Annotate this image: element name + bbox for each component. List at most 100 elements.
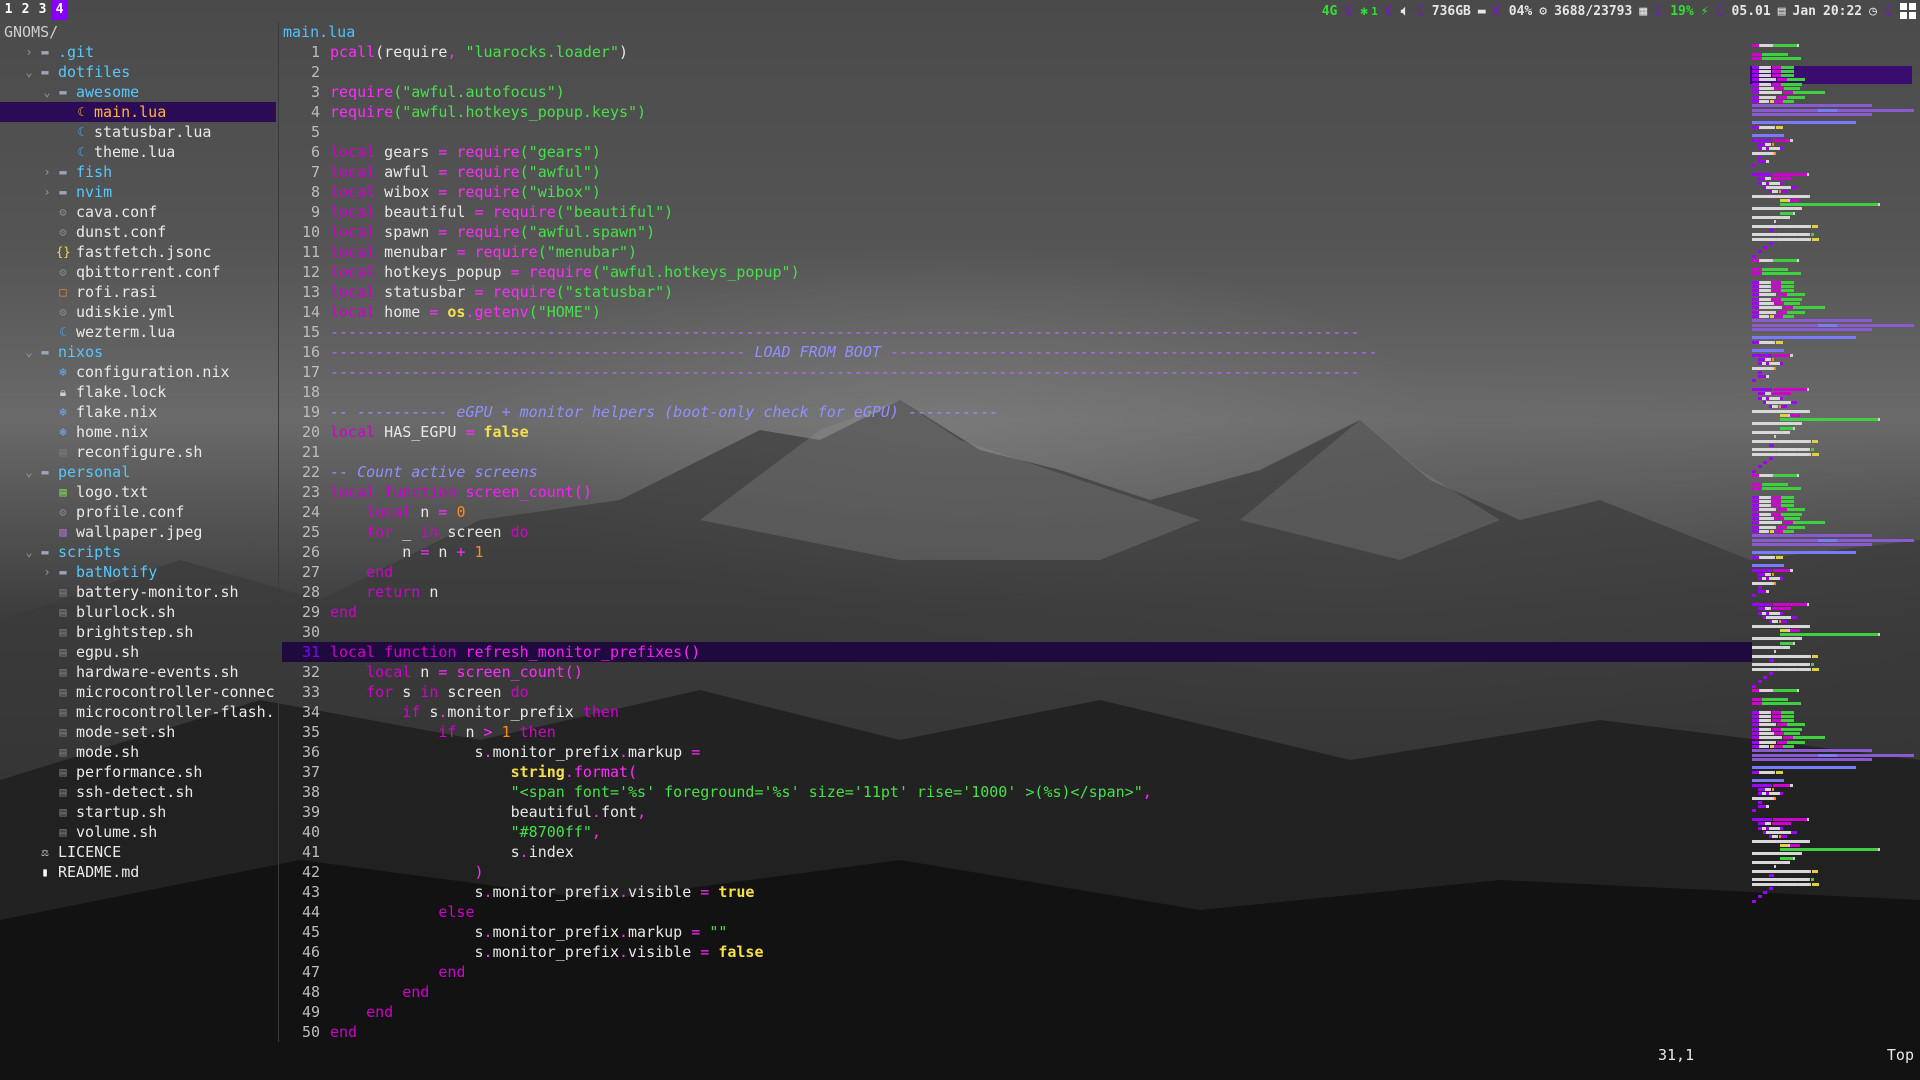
code-line[interactable]: 20 local HAS_EGPU = false	[282, 422, 1752, 442]
code-line[interactable]: 49 end	[282, 1002, 1752, 1022]
code-line[interactable]: 43 s.monitor_prefix.visible = true	[282, 882, 1752, 902]
tree-file[interactable]: ▤ hardware-events.sh	[0, 662, 276, 682]
chevron-down-icon[interactable]: ⌄	[40, 82, 54, 102]
chevron-down-icon[interactable]: ⌄	[22, 542, 36, 562]
tree-file[interactable]: ❄ flake.nix	[0, 402, 276, 422]
tree-folder[interactable]: ⌄ ▬ scripts	[0, 542, 276, 562]
chevron-right-icon[interactable]: ›	[40, 562, 54, 582]
code-editor[interactable]: main.lua 1 pcall(require, "luarocks.loade…	[282, 22, 1752, 1062]
tree-file[interactable]: ▤ startup.sh	[0, 802, 276, 822]
workspace-1[interactable]: 1	[0, 0, 17, 20]
editor-filename[interactable]: main.lua	[282, 22, 1752, 42]
bluetooth-icon[interactable]: ✱	[1360, 4, 1368, 19]
code-line[interactable]: 14 local home = os.getenv("HOME")	[282, 302, 1752, 322]
code-line[interactable]: 25 for _ in screen do	[282, 522, 1752, 542]
code-line[interactable]: 46 s.monitor_prefix.visible = false	[282, 942, 1752, 962]
tree-file[interactable]: ▤ mode-set.sh	[0, 722, 276, 742]
tree-file[interactable]: ▤ microcontroller-connec	[0, 682, 276, 702]
chevron-down-icon[interactable]: ⌄	[22, 62, 36, 82]
code-line[interactable]: 19 -- ---------- eGPU + monitor helpers (…	[282, 402, 1752, 422]
code-line[interactable]: 2	[282, 62, 1752, 82]
code-line[interactable]: 26 n = n + 1	[282, 542, 1752, 562]
code-line[interactable]: 41 s.index	[282, 842, 1752, 862]
tree-file[interactable]: ▤ brightstep.sh	[0, 622, 276, 642]
tree-file[interactable]: ☾ statusbar.lua	[0, 122, 276, 142]
tree-file[interactable]: ▤ logo.txt	[0, 482, 276, 502]
code-line[interactable]: 7 local awful = require("awful")	[282, 162, 1752, 182]
tree-file[interactable]: ▤ reconfigure.sh	[0, 442, 276, 462]
layout-grid-icon[interactable]	[1900, 3, 1916, 19]
chevron-down-icon[interactable]: ⌄	[22, 462, 36, 482]
code-line[interactable]: 1 pcall(require, "luarocks.loader")	[282, 42, 1752, 62]
tree-file[interactable]: ▧ wallpaper.jpeg	[0, 522, 276, 542]
code-line[interactable]: 22 -- Count active screens	[282, 462, 1752, 482]
code-line[interactable]: 42 )	[282, 862, 1752, 882]
tree-file[interactable]: ❄ configuration.nix	[0, 362, 276, 382]
code-line[interactable]: 35 if n > 1 then	[282, 722, 1752, 742]
code-line[interactable]: 31 local function refresh_monitor_prefixe…	[282, 642, 1752, 662]
minimap[interactable]	[1750, 44, 1915, 1004]
code-line[interactable]: 8 local wibox = require("wibox")	[282, 182, 1752, 202]
tree-folder[interactable]: › ▬ nvim	[0, 182, 276, 202]
tree-folder[interactable]: › ▬ batNotify	[0, 562, 276, 582]
code-line[interactable]: 38 "<span font='%s' foreground='%s' size…	[282, 782, 1752, 802]
tree-file[interactable]: 🔒︎ flake.lock	[0, 382, 276, 402]
code-line[interactable]: 15 --------------------------------------…	[282, 322, 1752, 342]
code-line[interactable]: 29 end	[282, 602, 1752, 622]
code-line[interactable]: 23 local function screen_count()	[282, 482, 1752, 502]
chevron-right-icon[interactable]: ›	[22, 42, 36, 62]
code-line[interactable]: 33 for s in screen do	[282, 682, 1752, 702]
tree-file[interactable]: ▤ ssh-detect.sh	[0, 782, 276, 802]
tree-root[interactable]: GNOMS/	[0, 22, 276, 42]
code-line[interactable]: 39 beautiful.font,	[282, 802, 1752, 822]
code-line[interactable]: 18	[282, 382, 1752, 402]
tree-file[interactable]: ☾ main.lua	[0, 102, 276, 122]
code-line[interactable]: 30	[282, 622, 1752, 642]
code-line[interactable]: 32 local n = screen_count()	[282, 662, 1752, 682]
code-area[interactable]: 1 pcall(require, "luarocks.loader") 2 3 requ…	[282, 42, 1752, 1042]
workspace-4[interactable]: 4	[51, 0, 68, 20]
tree-folder[interactable]: › ▬ fish	[0, 162, 276, 182]
tree-folder[interactable]: ⌄ ▬ personal	[0, 462, 276, 482]
code-line[interactable]: 4 require("awful.hotkeys_popup.keys")	[282, 102, 1752, 122]
tree-file[interactable]: □ rofi.rasi	[0, 282, 276, 302]
code-line[interactable]: 3 require("awful.autofocus")	[282, 82, 1752, 102]
tree-file[interactable]: ▤ blurlock.sh	[0, 602, 276, 622]
code-line[interactable]: 24 local n = 0	[282, 502, 1752, 522]
code-line[interactable]: 37 string.format(	[282, 762, 1752, 782]
chevron-right-icon[interactable]: ›	[40, 162, 54, 182]
tree-file[interactable]: ▤ performance.sh	[0, 762, 276, 782]
tree-file[interactable]: ▤ microcontroller-flash.	[0, 702, 276, 722]
code-line[interactable]: 27 end	[282, 562, 1752, 582]
chevron-right-icon[interactable]: ›	[40, 182, 54, 202]
volume-icon[interactable]: 🔈︎	[1401, 4, 1409, 19]
tree-file[interactable]: ☾ wezterm.lua	[0, 322, 276, 342]
code-line[interactable]: 16 --------------------------------------…	[282, 342, 1752, 362]
workspace-3[interactable]: 3	[34, 0, 51, 20]
workspace-2[interactable]: 2	[17, 0, 34, 20]
code-line[interactable]: 11 local menubar = require("menubar")	[282, 242, 1752, 262]
tree-file[interactable]: {} fastfetch.jsonc	[0, 242, 276, 262]
code-line[interactable]: 5	[282, 122, 1752, 142]
code-line[interactable]: 21	[282, 442, 1752, 462]
tree-file[interactable]: ⚙ udiskie.yml	[0, 302, 276, 322]
tree-file[interactable]: ❄ home.nix	[0, 422, 276, 442]
tree-file[interactable]: ⚙ qbittorrent.conf	[0, 262, 276, 282]
code-line[interactable]: 6 local gears = require("gears")	[282, 142, 1752, 162]
code-line[interactable]: 36 s.monitor_prefix.markup =	[282, 742, 1752, 762]
code-line[interactable]: 17 --------------------------------------…	[282, 362, 1752, 382]
tree-file[interactable]: ▤ volume.sh	[0, 822, 276, 842]
chevron-down-icon[interactable]: ⌄	[22, 342, 36, 362]
code-line[interactable]: 12 local hotkeys_popup = require("awful.h…	[282, 262, 1752, 282]
tree-file[interactable]: ⚙ profile.conf	[0, 502, 276, 522]
tree-file[interactable]: ▤ egpu.sh	[0, 642, 276, 662]
code-line[interactable]: 9 local beautiful = require("beautiful")	[282, 202, 1752, 222]
tree-file[interactable]: ⚙ dunst.conf	[0, 222, 276, 242]
code-line[interactable]: 10 local spawn = require("awful.spawn")	[282, 222, 1752, 242]
code-line[interactable]: 47 end	[282, 962, 1752, 982]
tree-file[interactable]: ▮ README.md	[0, 862, 276, 882]
code-line[interactable]: 40 "#8700ff",	[282, 822, 1752, 842]
tree-folder[interactable]: ⌄ ▬ dotfiles	[0, 62, 276, 82]
code-line[interactable]: 50 end	[282, 1022, 1752, 1042]
tree-file[interactable]: ▤ mode.sh	[0, 742, 276, 762]
